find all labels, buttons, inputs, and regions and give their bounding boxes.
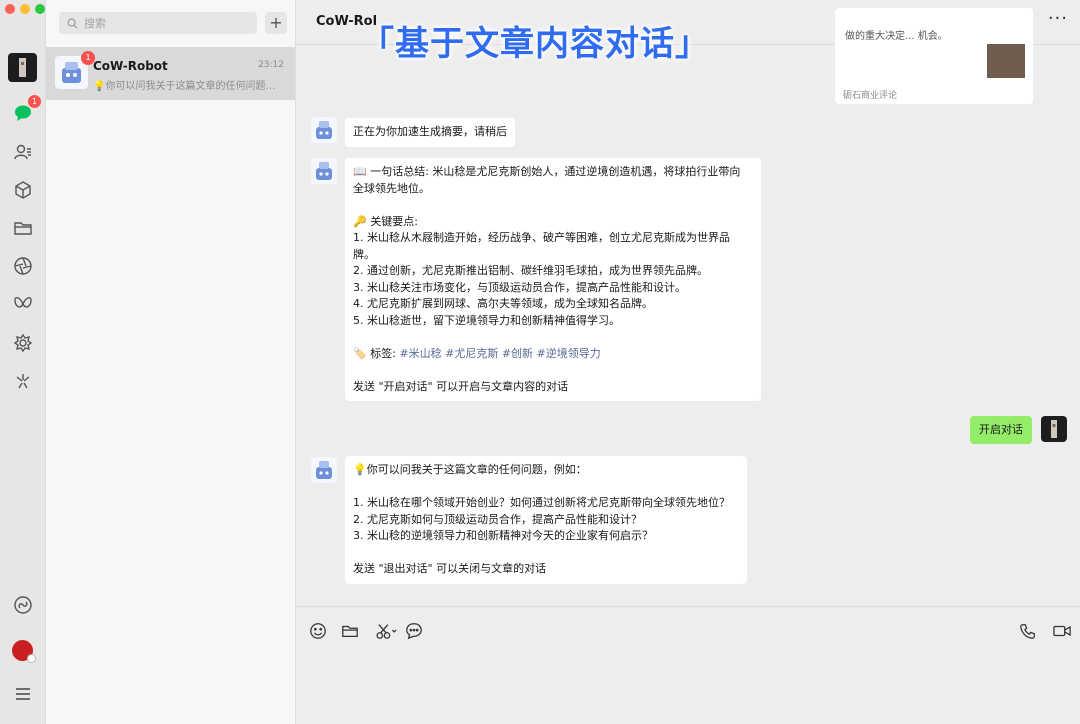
my-avatar[interactable] [8, 53, 37, 82]
more-options-icon[interactable]: ··· [1048, 8, 1068, 29]
message-line: 1. 米山稔从木屐制造开始，经历战争、破产等困难，创立尤尼克斯成为世界品 [353, 231, 730, 244]
article-desc-line: 机会。 [917, 31, 948, 42]
bot-avatar[interactable] [311, 117, 337, 143]
conversation-time: 23:12 [258, 60, 284, 70]
contacts-icon[interactable] [11, 140, 35, 164]
conversation-list: 搜索 + 1 CoW-Robot 23:12 💡你可以问我关于这篇文章的任何问题… [46, 0, 296, 724]
message-line: 📖 一句话总结: 米山稔是尤尼克斯创始人，通过逆境创造机遇，将球拍行业带向 [353, 165, 741, 178]
my-message-bubble[interactable]: 开启对话 [970, 416, 1032, 444]
message-bubble[interactable]: 正在为你加速生成摘要，请稍后 [345, 118, 515, 147]
favorites-cube-icon[interactable] [11, 178, 35, 202]
message-line: 💡你可以问我关于这篇文章的任何问题，例如： [353, 463, 587, 476]
message-line: 1. 米山稔在哪个领域开始创业？如何通过创新将尤尼克斯带向全球领先地位？ [353, 496, 730, 509]
message-text: 正在为你加速生成摘要，请稍后 [353, 125, 507, 138]
mini-program-panel-icon[interactable] [11, 593, 35, 617]
account-avatar[interactable] [12, 640, 36, 663]
message-line [353, 545, 739, 562]
message-input-area[interactable] [296, 606, 1080, 724]
search-icon [67, 18, 78, 29]
bot-avatar: 1 [55, 51, 95, 89]
article-desc: 做的重大决定... 机会。 [845, 30, 948, 44]
wechat-window: 1 搜索 + 1 CoW-Robot 23:12 💡你可以问我关于这篇文章的任何… [0, 0, 1080, 724]
tags-label: 🏷️ 标签: [353, 346, 396, 360]
message-line: 5. 米山稔逝世，留下逆境领导力和创新精神值得学习。 [353, 313, 620, 327]
message-line: 发送 "开启对话" 可以开启与文章内容的对话 [353, 379, 569, 393]
emoji-icon[interactable] [308, 621, 328, 641]
chat-panel: CoW-Robot ··· 「基于文章内容对话」 做的重大决定... 机会。 砺… [296, 0, 1080, 724]
my-avatar[interactable] [1041, 416, 1067, 442]
conversation-preview: 💡你可以问我关于这篇文章的任何问题，例如： [93, 81, 285, 92]
search-bar: 搜索 + [59, 12, 303, 34]
message-line [353, 197, 753, 214]
message-line [353, 362, 753, 379]
summary-message-bubble[interactable]: 📖 一句话总结: 米山稔是尤尼克斯创始人，通过逆境创造机遇，将球拍行业带向 全球… [345, 158, 761, 401]
menu-icon[interactable] [11, 682, 35, 706]
files-folder-icon[interactable] [11, 216, 35, 240]
zoom-window-button[interactable] [35, 4, 45, 14]
icon-rail: 1 [0, 0, 46, 724]
chat-history-icon[interactable] [404, 621, 424, 641]
overlay-caption: 「基于文章内容对话」 [360, 24, 710, 64]
message-line: 2. 尤尼克斯如何与顶级运动员合作，提高产品性能和设计？ [353, 512, 642, 526]
article-source: 砺石商业评论 [843, 91, 898, 101]
message-line: 全球领先地位。 [353, 181, 430, 195]
conversation-item-cow-robot[interactable]: 1 CoW-Robot 23:12 💡你可以问我关于这篇文章的任何问题，例如： [46, 47, 295, 100]
message-line [353, 479, 739, 496]
message-line: 3. 米山稔关注市场变化，与顶级运动员合作，提高产品性能和设计。 [353, 280, 686, 294]
search-input[interactable]: 搜索 [59, 12, 257, 34]
hashtags[interactable]: #米山稔 #尤尼克斯 #创新 #逆境领导力 [399, 347, 600, 360]
article-link-card[interactable]: 做的重大决定... 机会。 砺石商业评论 [835, 8, 1033, 104]
chats-icon[interactable]: 1 [11, 95, 41, 125]
bot-avatar[interactable] [311, 158, 337, 184]
video-call-icon[interactable] [1051, 621, 1073, 641]
message-text: 开启对话 [979, 423, 1023, 436]
close-window-button[interactable] [5, 4, 15, 14]
tags-line: 🏷️ 标签: #米山稔 #尤尼克斯 #创新 #逆境领导力 [353, 346, 753, 363]
search-placeholder: 搜索 [84, 17, 106, 30]
message-line [353, 329, 753, 346]
message-line: 🔑 关键要点: [353, 214, 418, 228]
message-line: 发送 "退出对话" 可以关闭与文章的对话 [353, 562, 547, 575]
message-line: 牌。 [353, 247, 375, 261]
voice-call-icon[interactable] [1018, 621, 1038, 641]
search-spark-icon[interactable] [11, 369, 35, 393]
chats-unread-badge: 1 [28, 95, 41, 108]
minimize-window-button[interactable] [20, 4, 30, 14]
moments-aperture-icon[interactable] [11, 254, 35, 278]
conversation-name: CoW-Robot [93, 59, 168, 73]
file-folder-icon[interactable] [340, 621, 360, 641]
message-line: 3. 米山稔的逆境领导力和创新精神对今天的企业家有何启示？ [353, 529, 653, 542]
window-controls [5, 4, 45, 14]
article-desc-line: 做的重大决定... [845, 31, 915, 42]
suggestion-message-bubble[interactable]: 💡你可以问我关于这篇文章的任何问题，例如： 1. 米山稔在哪个领域开始创业？如何… [345, 456, 747, 584]
message-line: 2. 通过创新，尤尼克斯推出铝制、碳纤维羽毛球拍，成为世界领先品牌。 [353, 264, 708, 277]
add-button[interactable]: + [265, 12, 287, 34]
channels-butterfly-icon[interactable] [11, 292, 35, 316]
bot-avatar[interactable] [311, 457, 337, 483]
screenshot-scissors-icon[interactable] [374, 621, 400, 641]
mini-programs-icon[interactable] [11, 331, 35, 355]
message-line: 4. 尤尼克斯扩展到网球、高尔夫等领域，成为全球知名品牌。 [353, 297, 653, 310]
article-thumbnail [987, 44, 1025, 78]
